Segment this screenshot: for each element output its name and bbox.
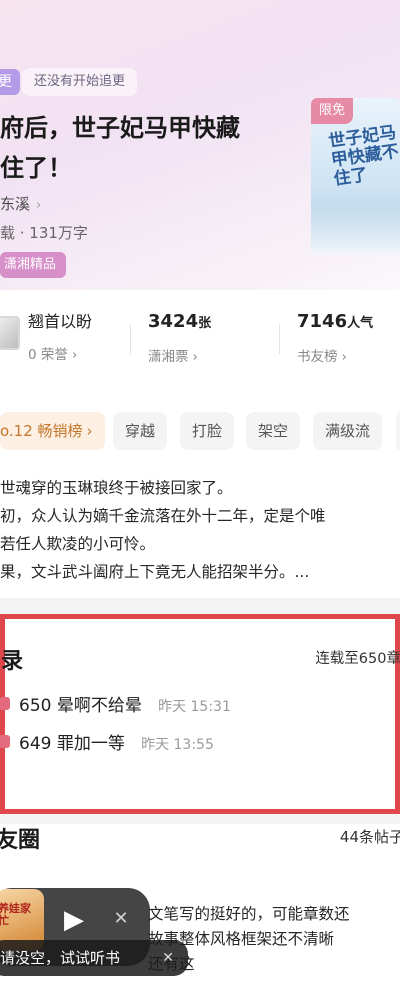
audio-cover-text: 养娃家忙 [0,902,31,927]
chevron-right-icon: › [341,349,347,365]
tickets-label: 潇湘票 [148,349,189,365]
fan-name: 翘首以盼 [28,312,93,331]
chapter-name: 649 罪加一等 [19,734,125,754]
genre-tag-overflow[interactable] [396,412,400,450]
genre-tag[interactable]: 架空 [246,412,301,450]
author-link[interactable]: 东溪 › [0,193,41,214]
chapter-item[interactable]: 649 罪加一等 昨天 13:55 [0,729,265,755]
cover-decoration [311,204,400,254]
popularity-value: 7146 [297,311,348,332]
listen-hint[interactable]: 请没空，试试听书 ✕ [0,940,188,976]
tag-row: o.12 畅销榜 › 穿越 打脸 架空 满级流 [0,412,400,450]
author-name: 东溪 [0,195,31,213]
chapter-time: 昨天 15:31 [158,699,231,715]
stats-row: 翘首以盼 0 荣誉 › 3424张 潇湘票 › 7146人气 书友榜 › [0,290,400,376]
popularity-stat[interactable]: 7146人气 书友榜 › [297,310,373,365]
book-title-line-2: 住了！ [0,153,72,182]
popularity-label: 书友榜 [297,349,338,365]
synopsis-line: 世魂穿的玉琳琅终于被接回家了。 [0,479,233,497]
close-icon[interactable]: ✕ [162,940,174,976]
circle-count-link[interactable]: 44条帖子 [340,826,400,847]
synopsis-line: 果，文斗武斗阖府上下竟无人能招架半分。... [0,563,310,581]
catalog-title: 录 [1,648,24,674]
free-flag: 限免 [311,98,354,124]
brand-tag[interactable]: 潇湘精品 [0,252,67,278]
rank-tag[interactable]: o.12 畅销榜 › [0,412,105,450]
genre-tag[interactable]: 穿越 [113,412,168,450]
synopsis-line: 初，众人认为嫡千金流落在外十二年，定是个唯 [0,507,326,525]
chapter-dot-icon [0,735,10,748]
book-title-line-1: 府后，世子妃马甲快藏 [0,113,240,142]
popularity-unit: 人气 [347,316,374,331]
post-line: 文笔写的挺好的，可能章数还 [148,905,350,923]
book-hero: 更 还没有开始追更 府后，世子妃马甲快藏 住了！ 东溪 › 载 · 131万字 潇… [0,0,400,290]
chapter-item[interactable]: 650 晕啊不给晕 昨天 15:31 [0,691,265,717]
chevron-right-icon: › [86,422,93,440]
genre-tag[interactable]: 满级流 [313,412,383,450]
tickets-unit: 张 [198,316,212,331]
section-separator [0,598,400,614]
chapter-dot-icon [0,697,10,710]
follow-status-tag[interactable]: 还没有开始追更 [22,68,138,96]
fan-stat[interactable]: 翘首以盼 0 荣誉 › [28,310,92,363]
rank-label: o.12 畅销榜 [0,422,83,440]
play-icon[interactable]: ▶ [64,905,94,935]
book-synopsis[interactable]: 世魂穿的玉琳琅终于被接回家了。 初，众人认为嫡千金流落在外十二年，定是个唯 若任… [0,474,400,586]
catalog-status-link[interactable]: 连载至650章 [315,647,400,668]
tickets-value: 3424 [148,311,199,332]
medal-icon [0,316,20,350]
chapter-time: 昨天 13:55 [141,737,214,753]
book-title: 府后，世子妃马甲快藏 住了！ [0,108,300,188]
cover-title-art: 世子妃马甲快藏不住了 [327,122,400,190]
divider [130,324,131,354]
chevron-right-icon: › [192,349,198,365]
book-cover[interactable]: 限免 世子妃马甲快藏不住了 [311,98,400,254]
catalog-section[interactable]: 录 连载至650章 650 晕啊不给晕 昨天 15:31 649 罪加一等 昨天… [0,614,400,814]
honor-label: 0 荣誉 [28,347,68,363]
chevron-right-icon: › [71,347,78,363]
genre-tag[interactable]: 打脸 [180,412,235,450]
circle-title: 友圈 [0,827,41,853]
chevron-right-icon: › [36,198,42,213]
listen-hint-text: 请没空，试试听书 [0,949,121,967]
update-badge: 更 [0,69,20,95]
divider [279,324,280,354]
section-separator [0,814,400,824]
chapter-name: 650 晕啊不给晕 [19,696,142,716]
synopsis-line: 若任人欺凌的小可怜。 [0,535,156,553]
ticket-stat[interactable]: 3424张 潇湘票 › [148,310,211,365]
close-icon[interactable]: ✕ [110,908,132,930]
book-meta: 载 · 131万字 [0,224,88,242]
